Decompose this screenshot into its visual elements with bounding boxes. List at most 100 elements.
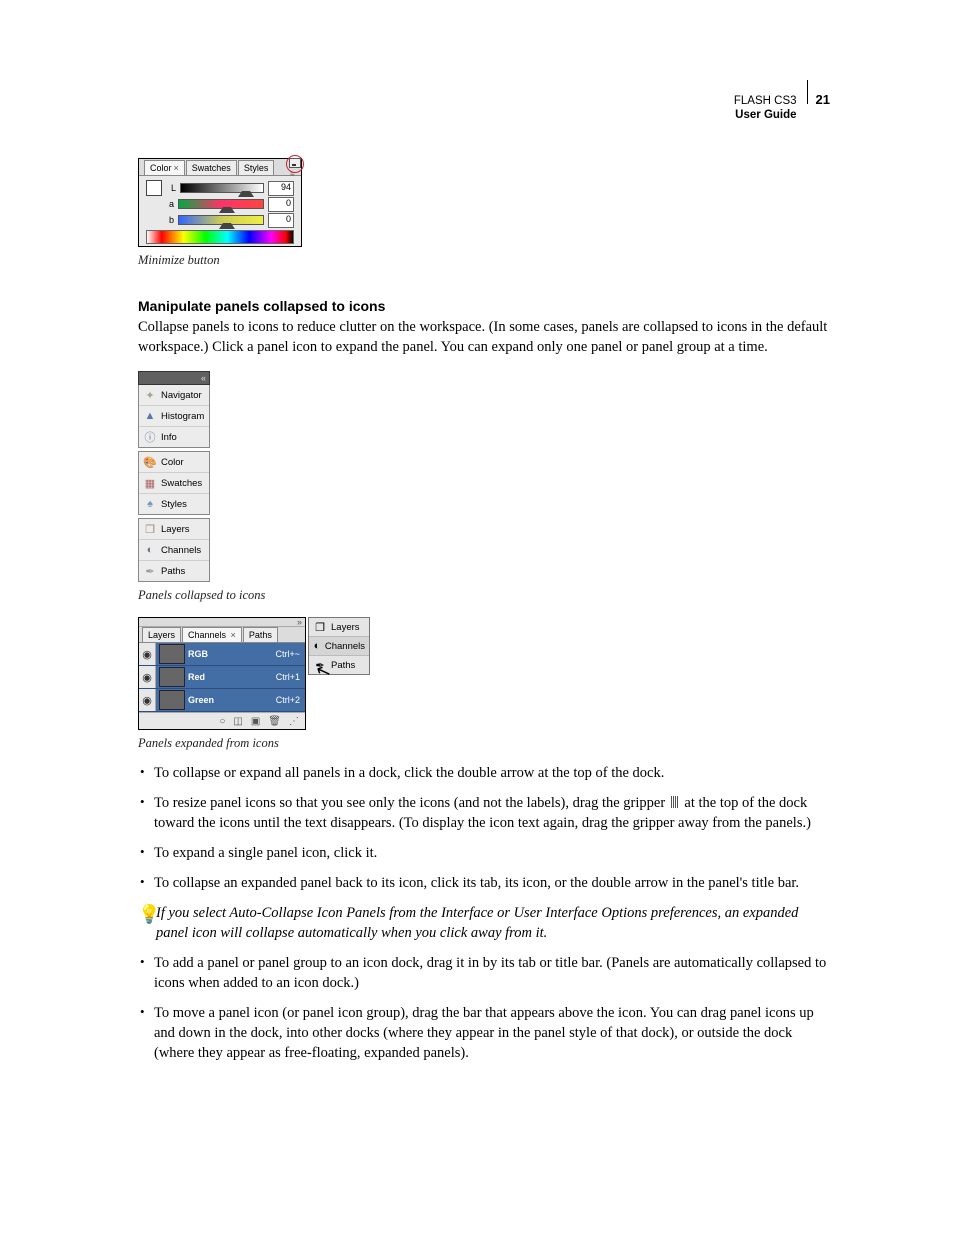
dock-item-histogram[interactable]: ▲Histogram: [139, 405, 209, 426]
dock-item-channels[interactable]: ◐ Channels: [139, 539, 209, 560]
dock-item-swatches[interactable]: ▦ Swatches: [139, 472, 209, 493]
channel-shortcut: Ctrl+~: [260, 649, 305, 659]
layers-icon: ❐: [313, 620, 327, 634]
minimize-button[interactable]: [289, 158, 301, 168]
tab-color[interactable]: Color×: [144, 160, 185, 175]
channel-row-rgb[interactable]: ◉ RGB Ctrl+~: [139, 643, 305, 666]
figure1-caption: Minimize button: [138, 253, 830, 268]
dock-item-navigator[interactable]: ✦Navigator: [139, 385, 209, 405]
panel-menu-icon[interactable]: ≡: [290, 171, 299, 179]
tab-styles[interactable]: Styles: [238, 160, 275, 175]
close-icon[interactable]: ×: [228, 630, 236, 640]
tab-channels-label: Channels: [188, 630, 226, 640]
channels-icon: ◐: [143, 543, 157, 557]
collapse-arrow-icon[interactable]: «: [201, 374, 206, 383]
page-number: 21: [816, 92, 830, 107]
slider-thumb-icon[interactable]: [238, 183, 254, 197]
channels-icon: ◐: [313, 639, 321, 653]
bullet-list: To collapse or expand all panels in a do…: [138, 763, 830, 893]
channel-shortcut: Ctrl+1: [260, 672, 305, 682]
tab-channels[interactable]: Channels ×: [182, 627, 242, 642]
color-panel: Color× Swatches Styles ≡ L 94 a: [138, 158, 302, 247]
tab-color-label: Color: [150, 163, 172, 173]
channel-thumbnail: [159, 644, 185, 664]
delete-icon[interactable]: 🗑: [268, 716, 281, 727]
visibility-icon[interactable]: ◉: [139, 689, 156, 711]
channel-name: Green: [188, 695, 260, 705]
navigator-icon: ✦: [143, 388, 157, 402]
tip-text: If you select Auto-Collapse Icon Panels …: [156, 903, 830, 943]
figure2-caption: Panels collapsed to icons: [138, 588, 830, 603]
dock-item-color[interactable]: 🎨Color: [139, 452, 209, 472]
dock-group-2: 🎨Color ▦ Swatches ♠Styles: [138, 451, 210, 515]
bullet-5: To add a panel or panel group to an icon…: [138, 953, 830, 993]
slider-thumb-icon[interactable]: [219, 215, 235, 229]
dock-item-paths[interactable]: ✒Paths: [139, 560, 209, 581]
slider-label-b: b: [164, 215, 174, 225]
resize-grip-icon[interactable]: ⋰: [289, 716, 299, 727]
bullet-1: To collapse or expand all panels in a do…: [138, 763, 830, 783]
slider-thumb-icon[interactable]: [219, 199, 235, 213]
slider-row-l: L 94: [142, 180, 298, 196]
visibility-icon[interactable]: ◉: [139, 666, 156, 688]
value-b[interactable]: 0: [268, 213, 294, 228]
channel-name: Red: [188, 672, 260, 682]
slider-l[interactable]: [180, 183, 264, 193]
header-title: FLASH CS3: [734, 95, 797, 109]
foreground-swatch[interactable]: [146, 180, 162, 196]
dock-label: Paths: [331, 660, 355, 671]
channel-thumbnail: [159, 690, 185, 710]
slider-label-a: a: [164, 199, 174, 209]
channel-name: RGB: [188, 649, 260, 659]
color-icon: 🎨: [143, 455, 157, 469]
slider-b[interactable]: [178, 215, 264, 225]
dock-item-info[interactable]: ⓘ Info: [139, 426, 209, 447]
slider-a[interactable]: [178, 199, 264, 209]
gripper-icon: [671, 796, 679, 808]
header-separator: [807, 80, 808, 104]
channel-row-green[interactable]: ◉ Green Ctrl+2: [139, 689, 305, 712]
tip-note: 💡 If you select Auto-Collapse Icon Panel…: [138, 903, 830, 943]
dock-head[interactable]: «: [138, 371, 210, 385]
bullet-3: To expand a single panel icon, click it.: [138, 843, 830, 863]
new-channel-icon[interactable]: ▣: [251, 716, 260, 727]
dock-item-layers[interactable]: ❐Layers: [139, 519, 209, 539]
load-selection-icon[interactable]: ○: [219, 716, 225, 727]
slider-row-b: b 0: [142, 212, 298, 228]
styles-icon: ♠: [143, 497, 157, 511]
dock-label: Swatches: [161, 478, 202, 489]
channel-thumbnail: [159, 667, 185, 687]
channel-row-red[interactable]: ◉ Red Ctrl+1: [139, 666, 305, 689]
value-a[interactable]: 0: [268, 197, 294, 212]
tab-layers[interactable]: Layers: [142, 627, 181, 642]
tab-swatches[interactable]: Swatches: [186, 160, 237, 175]
side-item-channels[interactable]: ◐ Channels: [309, 636, 369, 655]
channels-panel: » Layers Channels × Paths ◉ RGB Ctrl+~ ◉: [138, 617, 306, 730]
header-subtitle: User Guide: [734, 109, 797, 123]
spectrum-bar[interactable]: [146, 230, 294, 244]
running-header: FLASH CS3 User Guide 21: [734, 80, 830, 123]
dock-item-styles[interactable]: ♠Styles: [139, 493, 209, 514]
info-icon: ⓘ: [143, 430, 157, 444]
channels-tabbar: Layers Channels × Paths: [139, 627, 305, 643]
collapse-arrow-icon[interactable]: »: [297, 618, 302, 626]
swatches-icon: ▦: [143, 476, 157, 490]
bullet-2: To resize panel icons so that you see on…: [138, 793, 830, 833]
bullet-4: To collapse an expanded panel back to it…: [138, 873, 830, 893]
close-icon[interactable]: ×: [174, 163, 179, 173]
dock-label: Channels: [325, 641, 365, 652]
dock-group-1: ✦Navigator ▲Histogram ⓘ Info: [138, 385, 210, 448]
tab-paths[interactable]: Paths: [243, 627, 278, 642]
expanded-figure: » Layers Channels × Paths ◉ RGB Ctrl+~ ◉: [138, 617, 830, 730]
dock-label: Channels: [161, 545, 201, 556]
save-selection-icon[interactable]: ◫: [233, 716, 242, 727]
dock-label: Info: [161, 432, 177, 443]
section-heading: Manipulate panels collapsed to icons: [138, 298, 830, 314]
visibility-icon[interactable]: ◉: [139, 643, 156, 665]
lightbulb-icon: 💡: [138, 905, 156, 923]
side-item-layers[interactable]: ❐Layers: [309, 618, 369, 636]
icon-dock: « ✦Navigator ▲Histogram ⓘ Info 🎨Color ▦ Sw…: [138, 371, 210, 582]
value-l[interactable]: 94: [268, 181, 294, 196]
bullet-list-2: To add a panel or panel group to an icon…: [138, 953, 830, 1063]
channels-titlebar[interactable]: »: [139, 618, 305, 627]
